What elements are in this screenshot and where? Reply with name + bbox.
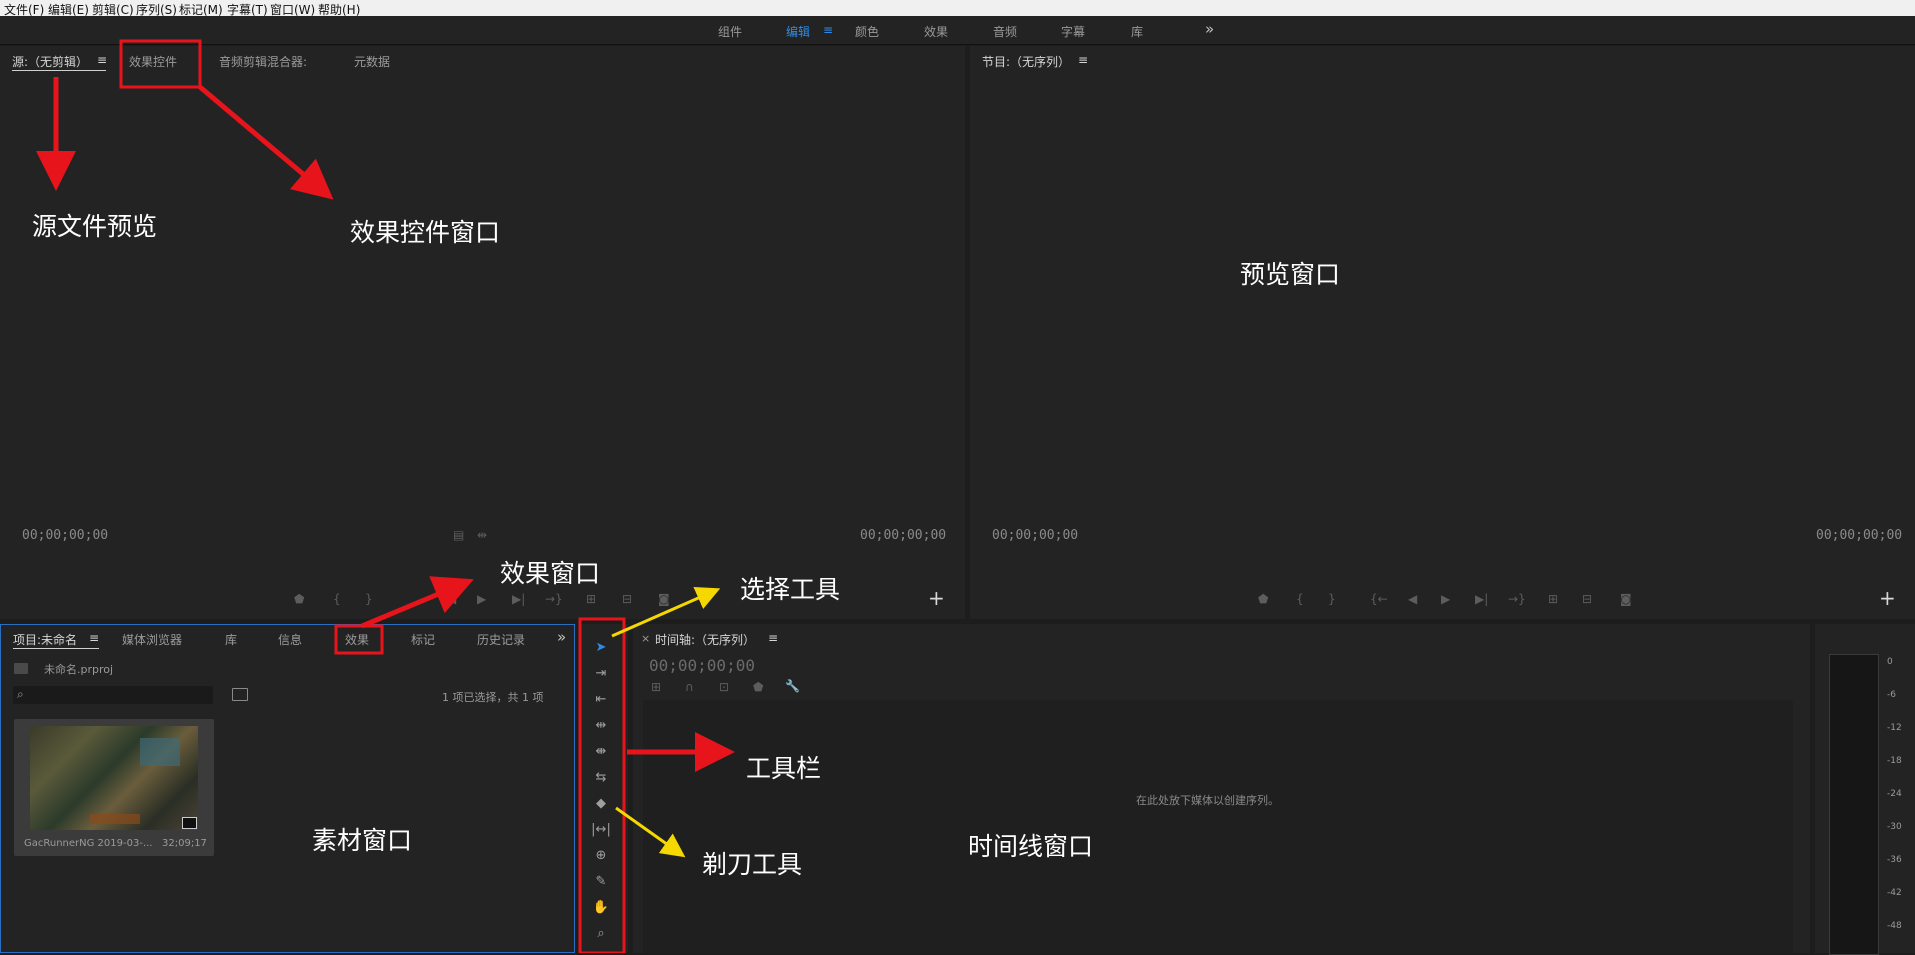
annotation-source-preview: 源文件预览 <box>32 212 158 241</box>
effect-controls-highlight-box <box>119 39 202 89</box>
annotation-preview-window: 预览窗口 <box>1240 260 1341 289</box>
annotation-overlay <box>36 39 735 953</box>
effects-tab-highlight-box <box>334 624 384 655</box>
annotation-selection-tool: 选择工具 <box>740 575 841 604</box>
annotation-razor-tool: 剃刀工具 <box>702 850 803 879</box>
annotation-media-window: 素材窗口 <box>312 826 413 855</box>
selection-tool-arrow <box>611 587 721 638</box>
annotation-timeline-window: 时间线窗口 <box>968 832 1094 861</box>
toolbar-highlight-box <box>578 617 626 953</box>
effects-window-arrow <box>361 576 474 629</box>
effect-controls-arrow <box>198 85 334 200</box>
annotation-effects-window: 效果窗口 <box>500 559 601 588</box>
annotation-effect-controls: 效果控件窗口 <box>350 218 501 247</box>
annotation-toolbar: 工具栏 <box>746 754 822 783</box>
